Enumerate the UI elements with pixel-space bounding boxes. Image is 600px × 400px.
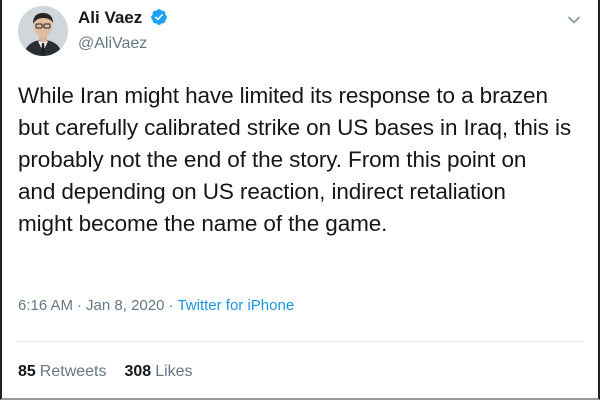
avatar[interactable] (18, 6, 68, 56)
tweet-source-link[interactable]: Twitter for iPhone (177, 297, 294, 314)
tweet-header: Ali Vaez @AliVaez (18, 6, 586, 66)
author-name-row[interactable]: Ali Vaez (78, 8, 168, 28)
meta-separator: · (168, 297, 174, 314)
verified-badge-icon (151, 8, 167, 25)
tweet-card: Ali Vaez @AliVaez While Iran might have … (0, 0, 600, 400)
tweet-time[interactable]: 6:16 AM (18, 297, 73, 314)
likes-label: Likes (155, 363, 193, 380)
tweet-metadata: 6:16 AM · Jan 8, 2020 · Twitter for iPhone (18, 296, 294, 316)
author-handle[interactable]: @AliVaez (78, 35, 147, 53)
retweets-label: Retweets (39, 363, 107, 380)
tweet-stats: 85 Retweets 308 Likes (18, 362, 211, 382)
likes-stat[interactable]: 308 Likes (125, 362, 193, 382)
likes-count: 308 (124, 363, 152, 380)
meta-separator: · (77, 297, 83, 314)
tweet-date[interactable]: Jan 8, 2020 (86, 297, 164, 314)
tweet-text: While Iran might have limited its respon… (18, 83, 572, 236)
author-display-name[interactable]: Ali Vaez (78, 8, 142, 27)
retweets-stat[interactable]: 85 Retweets (18, 362, 107, 382)
divider (18, 341, 582, 342)
retweets-count: 85 (18, 363, 36, 380)
chevron-down-icon[interactable] (566, 12, 582, 28)
